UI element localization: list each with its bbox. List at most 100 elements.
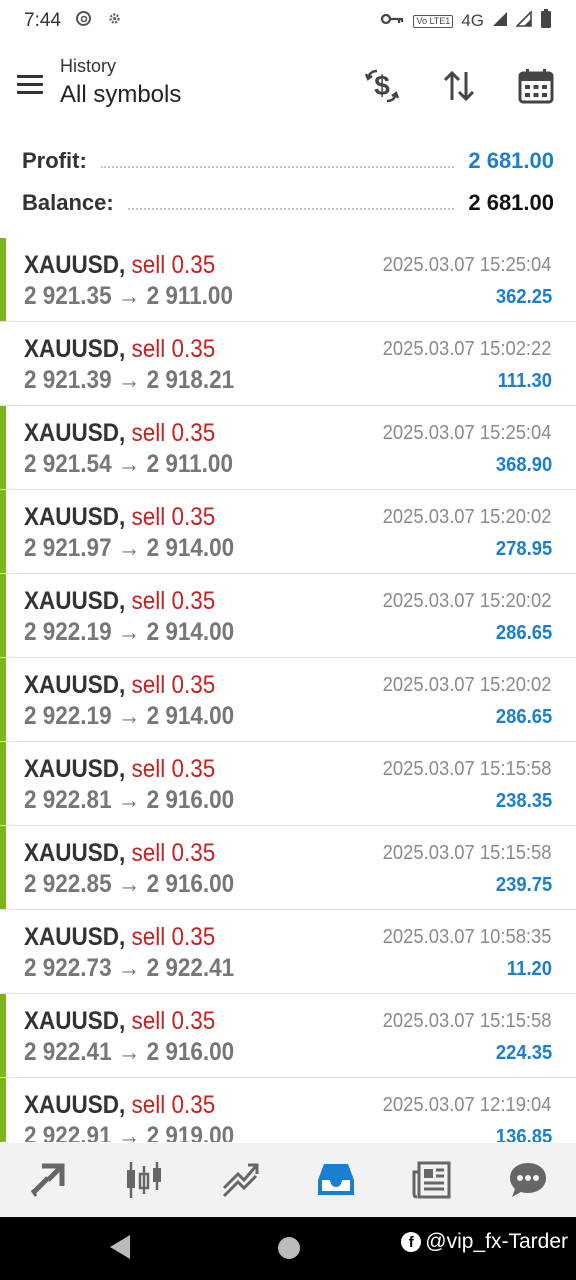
trade-title: XAUUSD, sell 0.35 <box>24 1091 215 1120</box>
balance-value: 2 681.00 <box>468 190 554 215</box>
page-subtitle: History <box>60 56 117 76</box>
trade-row[interactable]: XAUUSD, sell 0.35 2 922.41 → 2 916.00 2025… <box>0 994 576 1078</box>
trade-prices: 2 921.97 → 2 914.00 <box>24 534 234 563</box>
account-summary: Profit: 2 681.00 Balance: 2 681.00 <box>0 140 576 224</box>
menu-icon[interactable] <box>14 68 48 102</box>
signal-icon <box>515 9 532 32</box>
open-price: 2 922.19 <box>24 702 112 730</box>
svg-text:$: $ <box>374 70 390 101</box>
history-icon[interactable] <box>288 1143 384 1217</box>
position-marker <box>0 826 6 909</box>
close-price: 2 916.00 <box>146 786 235 814</box>
trade-prices: 2 922.91 → 2 919.00 <box>24 1122 234 1142</box>
news-icon[interactable] <box>384 1143 480 1217</box>
arrow-icon: → <box>117 954 141 982</box>
trade-row[interactable]: XAUUSD, sell 0.35 2 922.85 → 2 916.00 2025… <box>0 826 576 910</box>
arrow-icon: → <box>117 366 141 394</box>
position-marker <box>0 994 6 1077</box>
trade-symbol: XAUUSD, <box>24 923 126 951</box>
trade-title: XAUUSD, sell 0.35 <box>24 923 215 952</box>
signal-icon <box>492 11 508 32</box>
trade-row[interactable]: XAUUSD, sell 0.35 2 921.54 → 2 911.00 2025… <box>0 406 576 490</box>
open-price: 2 922.41 <box>24 1038 112 1066</box>
trade-icon[interactable] <box>192 1143 288 1217</box>
position-marker <box>0 490 6 573</box>
position-marker <box>0 238 6 321</box>
close-price: 2 914.00 <box>146 618 235 646</box>
trade-side: sell 0.35 <box>131 419 216 447</box>
trade-profit: 286.65 <box>495 706 552 728</box>
volte-icon: Vo LTE1 <box>413 14 454 28</box>
sort-icon[interactable] <box>437 64 481 108</box>
chart-icon[interactable] <box>96 1143 192 1217</box>
trade-time: 2025.03.07 15:20:02 <box>383 590 552 612</box>
dotted-leader <box>100 166 455 168</box>
dotted-leader <box>127 208 455 210</box>
trade-symbol: XAUUSD, <box>24 1091 126 1119</box>
trade-title: XAUUSD, sell 0.35 <box>24 839 215 868</box>
trade-title: XAUUSD, sell 0.35 <box>24 587 215 616</box>
trade-symbol: XAUUSD, <box>24 251 126 279</box>
trade-side: sell 0.35 <box>131 503 216 531</box>
trade-side: sell 0.35 <box>131 839 216 867</box>
close-price: 2 911.00 <box>146 282 233 310</box>
trade-profit: 286.65 <box>495 622 552 644</box>
trade-prices: 2 921.39 → 2 918.21 <box>24 366 234 395</box>
trade-row[interactable]: XAUUSD, sell 0.35 2 922.19 → 2 914.00 2025… <box>0 658 576 742</box>
arrow-icon: → <box>117 786 141 814</box>
calendar-icon[interactable] <box>514 64 558 108</box>
trade-time: 2025.03.07 15:15:58 <box>383 758 552 780</box>
close-price: 2 918.21 <box>146 366 235 394</box>
close-price: 2 911.00 <box>146 450 233 478</box>
open-price: 2 921.35 <box>24 282 112 310</box>
open-price: 2 922.19 <box>24 618 112 646</box>
settings-icon <box>106 10 123 32</box>
trade-title: XAUUSD, sell 0.35 <box>24 335 215 364</box>
trade-profit: 278.95 <box>495 538 552 560</box>
dollar-exchange-icon[interactable]: $ <box>360 64 404 108</box>
trade-title: XAUUSD, sell 0.35 <box>24 671 215 700</box>
trade-profit: 368.90 <box>495 454 552 476</box>
arrow-icon: → <box>117 870 141 898</box>
trade-side: sell 0.35 <box>131 587 216 615</box>
trade-profit: 136.85 <box>495 1126 552 1142</box>
trade-side: sell 0.35 <box>131 671 216 699</box>
trade-prices: 2 921.54 → 2 911.00 <box>24 450 233 479</box>
key-icon <box>381 11 405 31</box>
arrow-icon: → <box>117 1038 141 1066</box>
trade-title: XAUUSD, sell 0.35 <box>24 419 215 448</box>
trade-time: 2025.03.07 12:19:04 <box>383 1094 552 1116</box>
trade-row[interactable]: XAUUSD, sell 0.35 2 921.35 → 2 911.00 2025… <box>0 238 576 322</box>
trade-profit: 111.30 <box>497 370 552 392</box>
trade-row[interactable]: XAUUSD, sell 0.35 2 922.91 → 2 919.00 2025… <box>0 1078 576 1142</box>
trade-symbol: XAUUSD, <box>24 755 126 783</box>
trade-title: XAUUSD, sell 0.35 <box>24 503 215 532</box>
open-price: 2 922.81 <box>24 786 112 814</box>
trade-time: 2025.03.07 10:58:35 <box>383 926 552 948</box>
trade-history-list[interactable]: XAUUSD, sell 0.35 2 921.35 → 2 911.00 2025… <box>0 238 576 1142</box>
trade-row[interactable]: XAUUSD, sell 0.35 2 922.81 → 2 916.00 2025… <box>0 742 576 826</box>
profit-value: 2 681.00 <box>468 148 554 173</box>
position-marker <box>0 658 6 741</box>
home-icon[interactable] <box>278 1237 300 1259</box>
trade-row[interactable]: XAUUSD, sell 0.35 2 921.97 → 2 914.00 2025… <box>0 490 576 574</box>
network-type: 4G <box>461 11 484 30</box>
messages-icon[interactable] <box>480 1143 576 1217</box>
trade-side: sell 0.35 <box>131 335 216 363</box>
trade-time: 2025.03.07 15:20:02 <box>383 506 552 528</box>
app-header: History All symbols $ <box>0 46 576 132</box>
trade-prices: 2 922.81 → 2 916.00 <box>24 786 234 815</box>
position-marker <box>0 406 6 489</box>
trade-row[interactable]: XAUUSD, sell 0.35 2 922.73 → 2 922.41 2025… <box>0 910 576 994</box>
page-title[interactable]: All symbols <box>60 81 181 109</box>
trade-row[interactable]: XAUUSD, sell 0.35 2 922.19 → 2 914.00 2025… <box>0 574 576 658</box>
position-marker <box>0 1078 6 1142</box>
quotes-icon[interactable] <box>0 1143 96 1217</box>
trade-profit: 11.20 <box>506 958 552 980</box>
balance-label: Balance: <box>22 190 114 215</box>
watermark-text: @vip_fx-Tarder <box>425 1230 568 1253</box>
trade-row[interactable]: XAUUSD, sell 0.35 2 921.39 → 2 918.21 2025… <box>0 322 576 406</box>
trade-time: 2025.03.07 15:15:58 <box>383 842 552 864</box>
back-icon[interactable] <box>110 1235 130 1259</box>
trade-prices: 2 922.85 → 2 916.00 <box>24 870 234 899</box>
